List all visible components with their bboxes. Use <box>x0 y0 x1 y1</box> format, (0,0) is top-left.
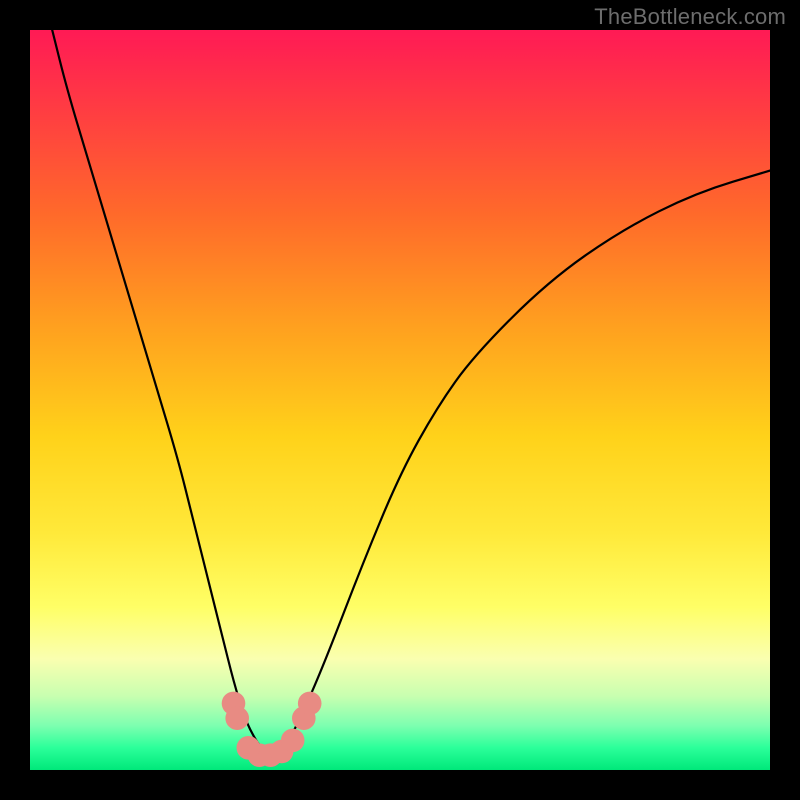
curve-markers <box>222 692 322 767</box>
curve-marker <box>281 729 305 753</box>
plot-area <box>30 30 770 770</box>
curve-marker <box>298 692 322 716</box>
chart-frame: TheBottleneck.com <box>0 0 800 800</box>
bottleneck-curve <box>52 30 770 755</box>
watermark-text: TheBottleneck.com <box>594 4 786 30</box>
curve-marker <box>225 706 249 730</box>
curve-svg <box>30 30 770 770</box>
